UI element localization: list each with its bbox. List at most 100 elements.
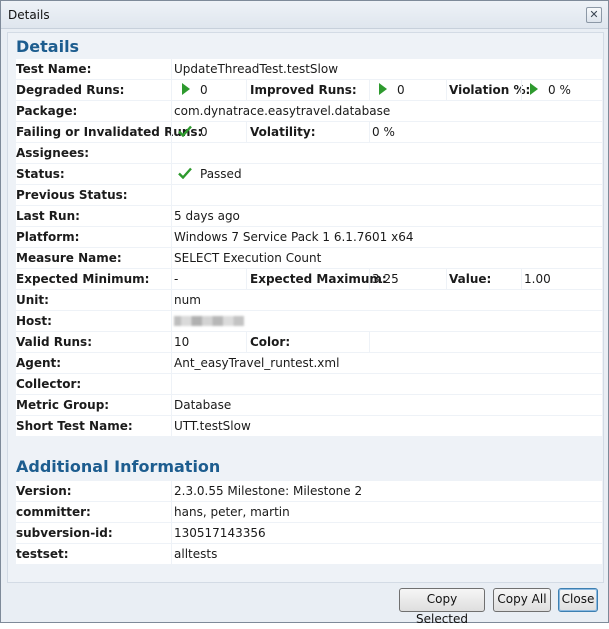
degraded-runs-label: Degraded Runs: (16, 83, 125, 97)
divider (171, 290, 172, 310)
status-label: Status: (16, 167, 65, 181)
row-runs[interactable]: Degraded Runs: 0 Improved Runs: 0 Violat… (16, 80, 602, 100)
host-label: Host: (16, 314, 52, 328)
short-test-name-value: UTT.testSlow (174, 419, 251, 433)
divider (171, 544, 172, 564)
value-value: 1.00 (524, 272, 551, 286)
divider (246, 332, 247, 352)
divider (171, 206, 172, 226)
check-icon (178, 125, 192, 137)
row-failing[interactable]: Failing or Invalidated Runs: 0 Volatilit… (16, 122, 602, 142)
divider (171, 80, 172, 100)
close-icon[interactable]: ✕ (586, 7, 602, 23)
agent-value: Ant_easyTravel_runtest.xml (174, 356, 340, 370)
row-metric-group[interactable]: Metric Group: Database (16, 395, 602, 415)
last-run-label: Last Run: (16, 209, 80, 223)
divider (369, 80, 370, 100)
metric-group-value: Database (174, 398, 232, 412)
divider (171, 143, 172, 163)
window-title: Details (8, 8, 50, 22)
committer-value: hans, peter, martin (174, 505, 290, 519)
row-short-test-name[interactable]: Short Test Name: UTT.testSlow (16, 416, 602, 436)
divider (171, 332, 172, 352)
improved-runs-cell: 0 (379, 80, 405, 100)
row-committer[interactable]: committer: hans, peter, martin (16, 502, 602, 522)
testset-label: testset: (16, 547, 69, 561)
divider (446, 80, 447, 100)
expected-maximum-value: 3.25 (372, 272, 399, 286)
row-test-name[interactable]: Test Name: UpdateThreadTest.testSlow (16, 59, 602, 79)
row-platform[interactable]: Platform: Windows 7 Service Pack 1 6.1.7… (16, 227, 602, 247)
host-value (174, 311, 244, 331)
row-testset[interactable]: testset: alltests (16, 544, 602, 564)
row-assignees[interactable]: Assignees: (16, 143, 602, 163)
check-icon (178, 167, 192, 179)
row-unit[interactable]: Unit: num (16, 290, 602, 310)
platform-value: Windows 7 Service Pack 1 6.1.7601 x64 (174, 230, 414, 244)
improved-runs-value: 0 (397, 83, 405, 97)
row-collector[interactable]: Collector: (16, 374, 602, 394)
version-value: 2.3.0.55 Milestone: Milestone 2 (174, 484, 363, 498)
row-version[interactable]: Version: 2.3.0.55 Milestone: Milestone 2 (16, 481, 602, 501)
row-last-run[interactable]: Last Run: 5 days ago (16, 206, 602, 226)
divider (171, 311, 172, 331)
divider (246, 80, 247, 100)
row-agent[interactable]: Agent: Ant_easyTravel_runtest.xml (16, 353, 602, 373)
divider (171, 416, 172, 436)
version-label: Version: (16, 484, 72, 498)
volatility-label: Volatility: (250, 125, 316, 139)
row-previous-status[interactable]: Previous Status: (16, 185, 602, 205)
row-expected[interactable]: Expected Minimum: - Expected Maximum: 3.… (16, 269, 602, 289)
divider (521, 80, 522, 100)
divider (171, 185, 172, 205)
row-package[interactable]: Package: com.dynatrace.easytravel.databa… (16, 101, 602, 121)
valid-runs-value: 10 (174, 335, 190, 349)
redacted-host-blur (174, 316, 244, 326)
title-bar[interactable]: Details ✕ (1, 1, 608, 29)
row-valid-runs[interactable]: Valid Runs: 10 Color: (16, 332, 602, 352)
status-value: Passed (200, 167, 242, 181)
trend-arrow-icon (530, 83, 538, 95)
divider (171, 395, 172, 415)
subversion-id-value: 130517143356 (174, 526, 266, 540)
divider (171, 269, 172, 289)
close-button[interactable]: Close (558, 588, 598, 612)
divider (171, 164, 172, 184)
divider (171, 122, 172, 142)
divider (171, 101, 172, 121)
last-run-value: 5 days ago (174, 209, 240, 223)
divider (171, 59, 172, 79)
test-name-value: UpdateThreadTest.testSlow (174, 62, 339, 76)
divider (369, 122, 370, 142)
row-subversion-id[interactable]: subversion-id: 130517143356 (16, 523, 602, 543)
row-host[interactable]: Host: (16, 311, 602, 331)
divider (171, 353, 172, 373)
package-label: Package: (16, 104, 78, 118)
row-measure-name[interactable]: Measure Name: SELECT Execution Count (16, 248, 602, 268)
row-status[interactable]: Status: Passed (16, 164, 602, 184)
platform-label: Platform: (16, 230, 80, 244)
failing-runs-cell: 0 (178, 122, 208, 142)
violation-label: Violation %: (449, 83, 531, 97)
divider (369, 269, 370, 289)
unit-value: num (174, 293, 201, 307)
degraded-runs-cell: 0 (182, 80, 208, 100)
degraded-runs-value: 0 (200, 83, 208, 97)
previous-status-label: Previous Status: (16, 188, 128, 202)
copy-all-button[interactable]: Copy All (493, 588, 551, 612)
test-name-label: Test Name: (16, 62, 92, 76)
metric-group-label: Metric Group: (16, 398, 110, 412)
details-heading: Details (16, 37, 80, 56)
agent-label: Agent: (16, 356, 62, 370)
copy-selected-button[interactable]: Copy Selected (399, 588, 485, 626)
divider (171, 502, 172, 522)
divider (446, 269, 447, 289)
details-panel: Details Test Name: UpdateThreadTest.test… (7, 32, 604, 583)
divider (171, 227, 172, 247)
volatility-value: 0 % (372, 125, 395, 139)
measure-name-value: SELECT Execution Count (174, 251, 322, 265)
divider (246, 122, 247, 142)
divider (171, 374, 172, 394)
violation-value: 0 % (548, 83, 571, 97)
additional-heading: Additional Information (16, 457, 221, 476)
